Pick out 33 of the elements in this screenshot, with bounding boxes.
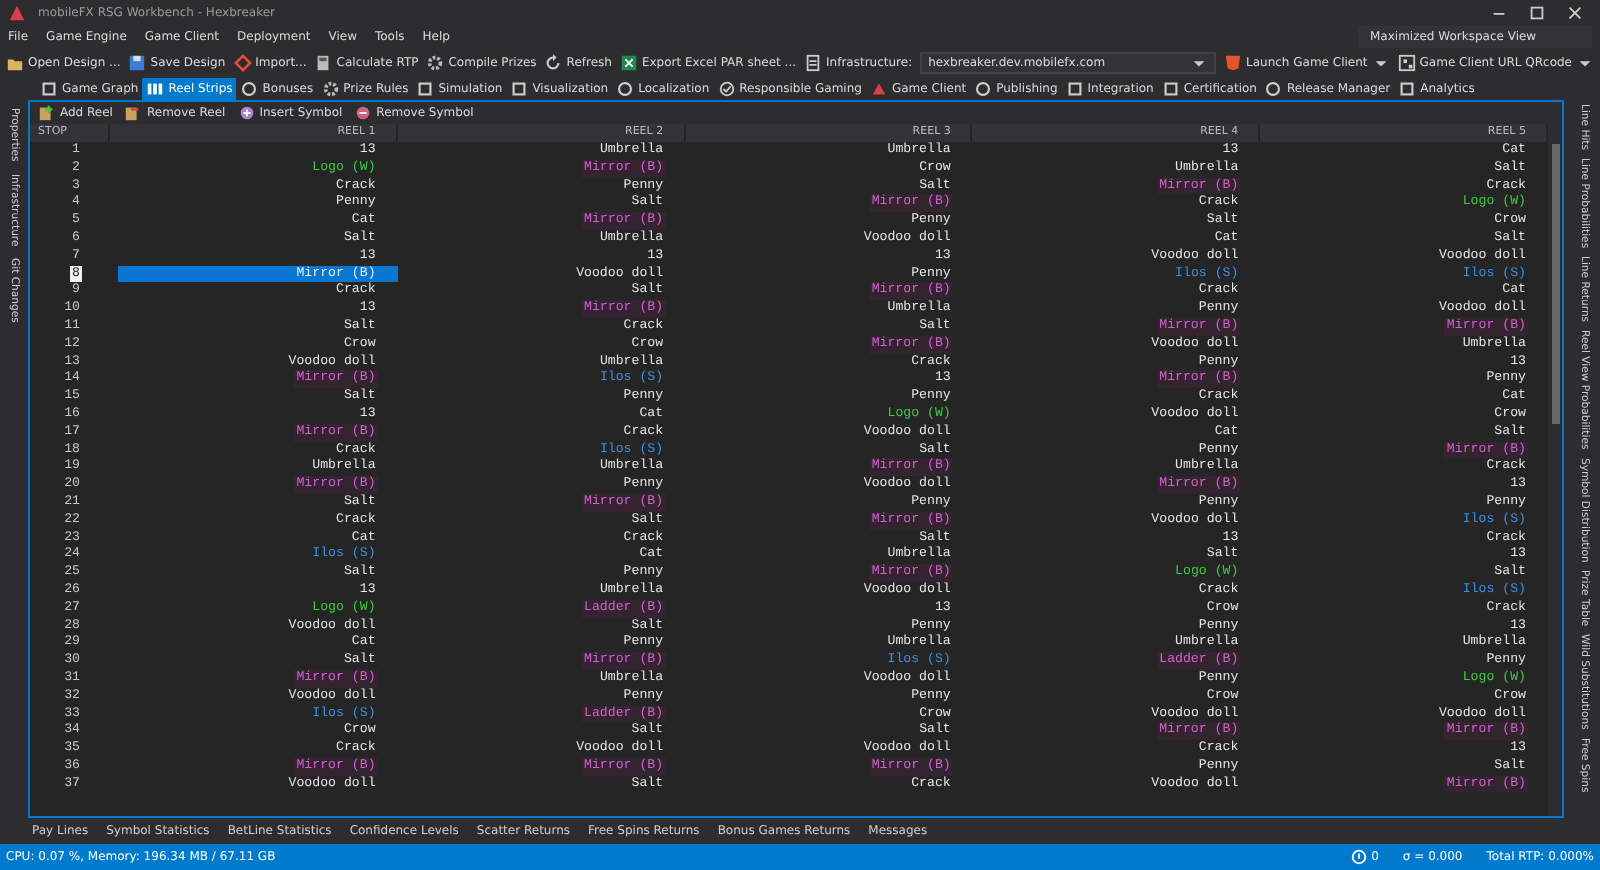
gear-icon [426, 53, 445, 71]
square-icon [1065, 79, 1084, 97]
circle-icon [240, 79, 259, 97]
maximize-icon[interactable] [1528, 3, 1546, 21]
error-icon [1349, 848, 1368, 866]
circle-icon [974, 79, 993, 97]
scrollbar[interactable] [1548, 124, 1562, 816]
calculator-icon [314, 53, 333, 71]
check-circle-icon [717, 79, 736, 97]
triangle-icon [869, 79, 888, 97]
square-icon [1398, 79, 1417, 97]
circle-icon [616, 79, 635, 97]
gear-icon [321, 79, 340, 97]
insert-symbol-icon [237, 104, 256, 122]
reels-icon [146, 79, 165, 97]
remove-symbol-icon [354, 104, 373, 122]
close-icon[interactable] [1566, 3, 1584, 21]
square-icon [510, 79, 529, 97]
diamond-icon [233, 53, 252, 71]
remove-reel-icon [124, 104, 143, 122]
spreadsheet-icon [619, 53, 638, 71]
folder-icon [6, 53, 24, 71]
square-icon [1161, 79, 1180, 97]
server-icon [804, 53, 823, 71]
square-icon [416, 79, 435, 97]
refresh-icon [544, 53, 563, 71]
scrollbar-thumb[interactable] [1551, 144, 1559, 424]
triangle-logo-icon [8, 3, 26, 21]
square-icon [40, 79, 58, 97]
add-reel-icon [38, 104, 56, 122]
circle-icon [1264, 79, 1283, 97]
html5-icon [1224, 53, 1242, 71]
qr-code-icon [1397, 53, 1416, 71]
